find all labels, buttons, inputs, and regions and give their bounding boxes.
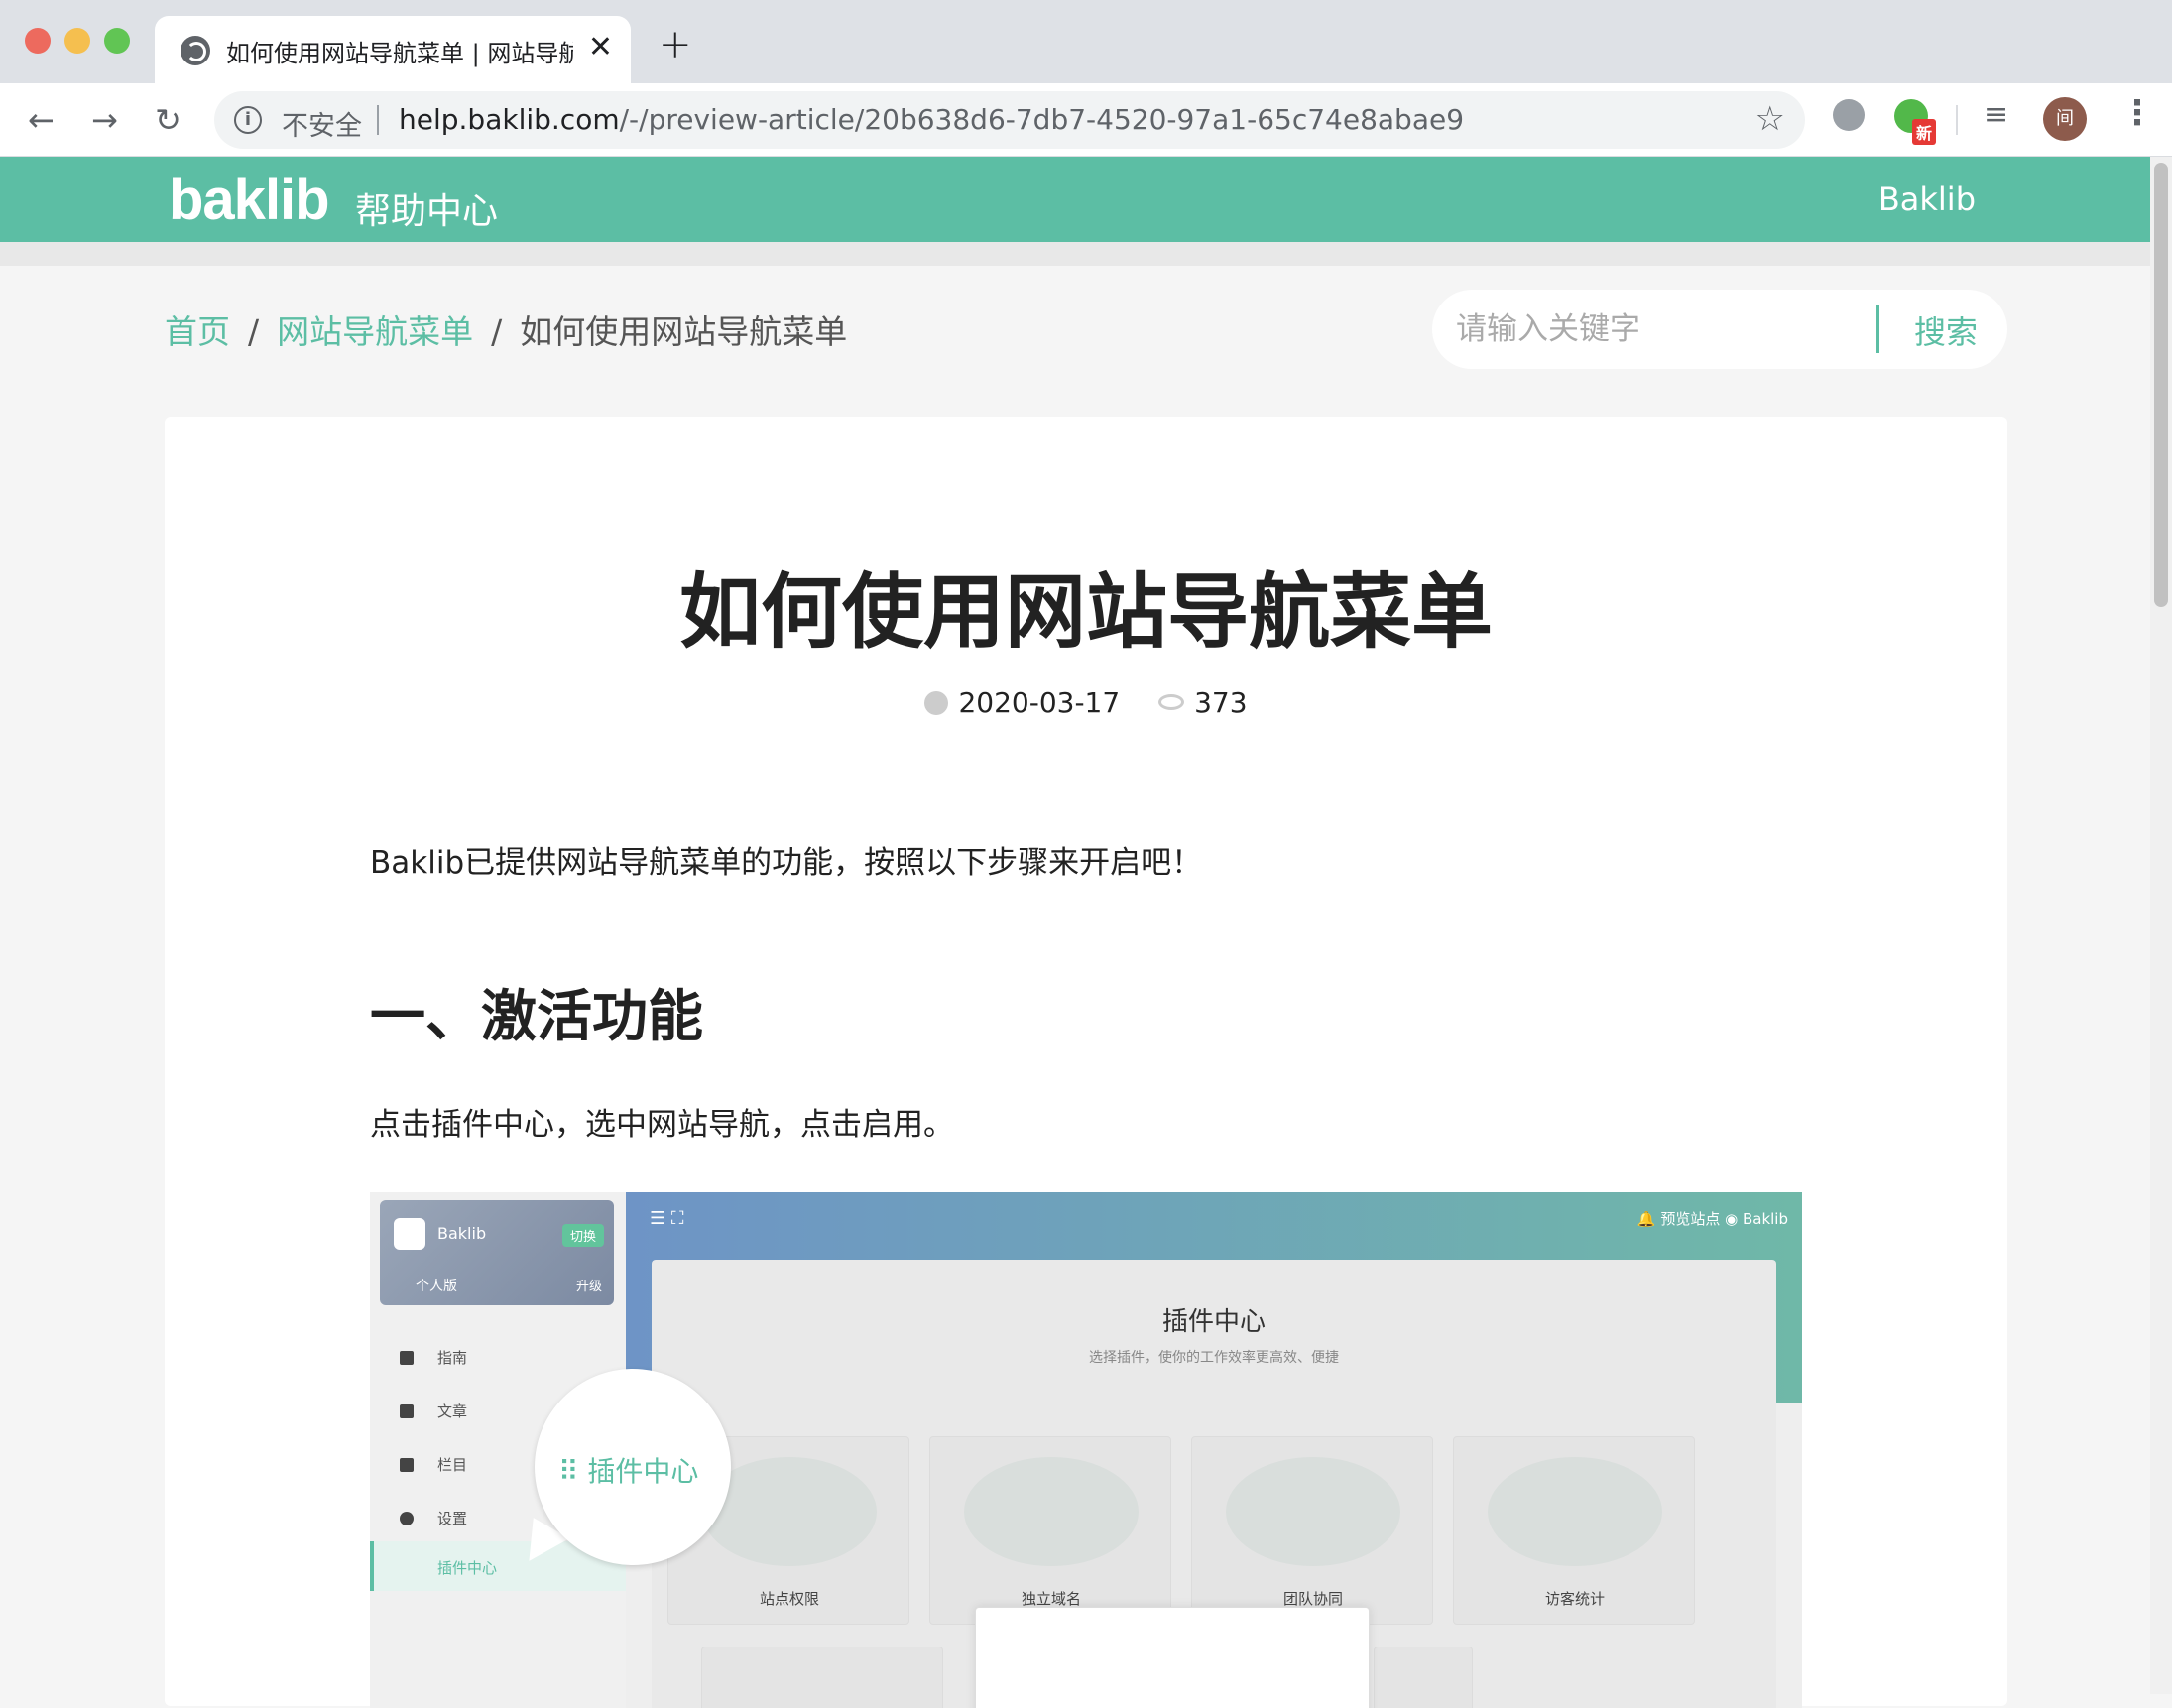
back-icon[interactable]: ← bbox=[28, 101, 55, 139]
plugin-illustration bbox=[1226, 1457, 1400, 1566]
divider bbox=[1956, 105, 1958, 135]
url-host: help.baklib.com bbox=[399, 103, 620, 136]
reading-list-icon[interactable]: ≡ bbox=[1984, 97, 2008, 132]
profile-avatar[interactable]: 间 bbox=[2043, 97, 2087, 141]
bookmark-star-icon[interactable]: ☆ bbox=[1755, 99, 1785, 139]
menu-icon: ☰ ⛶ bbox=[650, 1208, 684, 1229]
screenshot-top-right: 🔔 预览站点 ◉ Baklib bbox=[1636, 1210, 1788, 1228]
plugin-label: 独立域名 bbox=[1021, 1590, 1081, 1608]
article-title: 如何使用网站导航菜单 bbox=[678, 565, 1493, 660]
section-heading: 一、激活功能 bbox=[370, 985, 703, 1049]
screenshot-plugin-card bbox=[701, 1647, 943, 1708]
extension-badge: 新 bbox=[1912, 119, 1937, 145]
screenshot-nav-item: 设置 bbox=[437, 1510, 468, 1527]
callout-label: ⠿ 插件中心 bbox=[558, 1455, 699, 1488]
breadcrumb-category[interactable]: 网站导航菜单 bbox=[277, 312, 473, 351]
breadcrumb-home[interactable]: 首页 bbox=[165, 312, 230, 351]
breadcrumb-separator: / bbox=[248, 312, 260, 351]
scrollbar-thumb[interactable] bbox=[2154, 163, 2168, 607]
screenshot-nav-item: 指南 bbox=[437, 1349, 468, 1367]
article-icon bbox=[400, 1404, 414, 1418]
article-card: 如何使用网站导航菜单 2020-03-17 373 Baklib已提供网站导航菜… bbox=[165, 417, 2007, 1708]
search-input[interactable] bbox=[1456, 307, 1872, 351]
search-button[interactable]: 搜索 bbox=[1914, 307, 1978, 353]
screenshot-nav-item: 栏目 bbox=[437, 1456, 468, 1474]
security-label[interactable]: 不安全 bbox=[282, 104, 362, 143]
screenshot-top-brand: Baklib bbox=[1742, 1210, 1788, 1228]
grid-icon bbox=[400, 1458, 414, 1472]
bird-logo-icon bbox=[394, 1218, 425, 1250]
close-tab-icon[interactable]: ✕ bbox=[588, 30, 613, 64]
reload-icon[interactable]: ↻ bbox=[155, 101, 181, 139]
extension-globe-icon[interactable] bbox=[1833, 99, 1865, 131]
screenshot-nav-item: 文章 bbox=[437, 1403, 468, 1420]
search-box: 搜索 bbox=[1432, 290, 2007, 369]
screenshot-plugin-card: 独立域名 bbox=[929, 1436, 1171, 1625]
site-logo-subtitle[interactable]: 帮助中心 bbox=[355, 183, 498, 234]
article-date: 2020-03-17 bbox=[958, 686, 1121, 719]
header-brand-link[interactable]: Baklib bbox=[1878, 181, 1976, 218]
screenshot-nav-item: 插件中心 bbox=[437, 1559, 498, 1577]
screenshot-plugin-card bbox=[1374, 1647, 1473, 1708]
screenshot-popup bbox=[975, 1607, 1370, 1708]
plugin-illustration bbox=[964, 1457, 1139, 1566]
screenshot-plugin-card: 访客统计 bbox=[1453, 1436, 1695, 1625]
divider bbox=[1876, 305, 1879, 353]
article-views: 373 bbox=[1194, 686, 1248, 719]
url-path: /-/preview-article/20b638d6-7db7-4520-97… bbox=[619, 103, 1465, 136]
new-tab-button[interactable]: + bbox=[659, 22, 692, 67]
browser-tab-bar: 如何使用网站导航菜单 | 网站导航菜单 ✕ + bbox=[0, 0, 2172, 85]
breadcrumb-current: 如何使用网站导航菜单 bbox=[520, 312, 848, 351]
zoom-window-button[interactable] bbox=[104, 28, 130, 54]
close-window-button[interactable] bbox=[25, 28, 51, 54]
screenshot-brand-card: Baklib 切换 个人版 升级 bbox=[380, 1200, 614, 1305]
plugin-label: 站点权限 bbox=[759, 1590, 819, 1608]
screenshot-plugin-card: 团队协同 bbox=[1191, 1436, 1433, 1625]
screenshot-preview-link: 预览站点 bbox=[1660, 1210, 1721, 1228]
address-bar[interactable]: i 不安全 help.baklib.com/-/preview-article/… bbox=[214, 91, 1805, 149]
globe-icon bbox=[181, 36, 210, 65]
browser-toolbar: ← → ↻ i 不安全 help.baklib.com/-/preview-ar… bbox=[0, 83, 2172, 157]
screenshot-edition: 个人版 bbox=[416, 1279, 457, 1294]
article-intro: Baklib已提供网站导航菜单的功能，按照以下步骤来开启吧！ bbox=[370, 845, 1203, 881]
site-logo[interactable]: baklib bbox=[169, 167, 330, 233]
browser-tab[interactable]: 如何使用网站导航菜单 | 网站导航菜单 ✕ bbox=[155, 16, 631, 85]
article-meta: 2020-03-17 373 bbox=[165, 686, 2007, 719]
tab-title: 如何使用网站导航菜单 | 网站导航菜单 bbox=[226, 40, 573, 67]
screenshot-switch: 切换 bbox=[561, 1224, 604, 1247]
screenshot-panel-subtitle: 选择插件，使你的工作效率更高效、便捷 bbox=[1089, 1350, 1339, 1366]
guide-icon bbox=[400, 1351, 414, 1365]
url-text[interactable]: help.baklib.com/-/preview-article/20b638… bbox=[399, 103, 1464, 136]
section-text: 点击插件中心，选中网站导航，点击启用。 bbox=[370, 1107, 954, 1143]
plugin-illustration bbox=[1488, 1457, 1662, 1566]
divider bbox=[377, 105, 379, 135]
screenshot-brand: Baklib bbox=[437, 1224, 487, 1243]
article-screenshot: Baklib 切换 个人版 升级 指南 文章 栏目 设置 插件中心 ☰ ⛶ 🔔 … bbox=[370, 1192, 1802, 1708]
site-header: baklib 帮助中心 Baklib bbox=[0, 157, 2172, 266]
clock-icon bbox=[924, 691, 949, 715]
breadcrumb: 首页 / 网站导航菜单 / 如何使用网站导航菜单 bbox=[165, 305, 847, 353]
plugin-label: 团队协同 bbox=[1282, 1590, 1343, 1608]
screenshot-panel-title: 插件中心 bbox=[1161, 1307, 1266, 1337]
screenshot-upgrade: 升级 bbox=[575, 1280, 602, 1294]
info-icon[interactable]: i bbox=[234, 106, 262, 134]
minimize-window-button[interactable] bbox=[64, 28, 90, 54]
forward-icon[interactable]: → bbox=[91, 101, 118, 139]
callout-bubble: ⠿ 插件中心 bbox=[535, 1369, 731, 1565]
gear-icon bbox=[400, 1512, 414, 1525]
callout-text: 插件中心 bbox=[587, 1455, 699, 1488]
plugin-label: 访客统计 bbox=[1544, 1590, 1605, 1608]
browser-menu-icon[interactable]: ⋮ bbox=[2120, 93, 2154, 133]
eye-icon bbox=[1158, 694, 1185, 710]
breadcrumb-separator: / bbox=[491, 312, 503, 351]
